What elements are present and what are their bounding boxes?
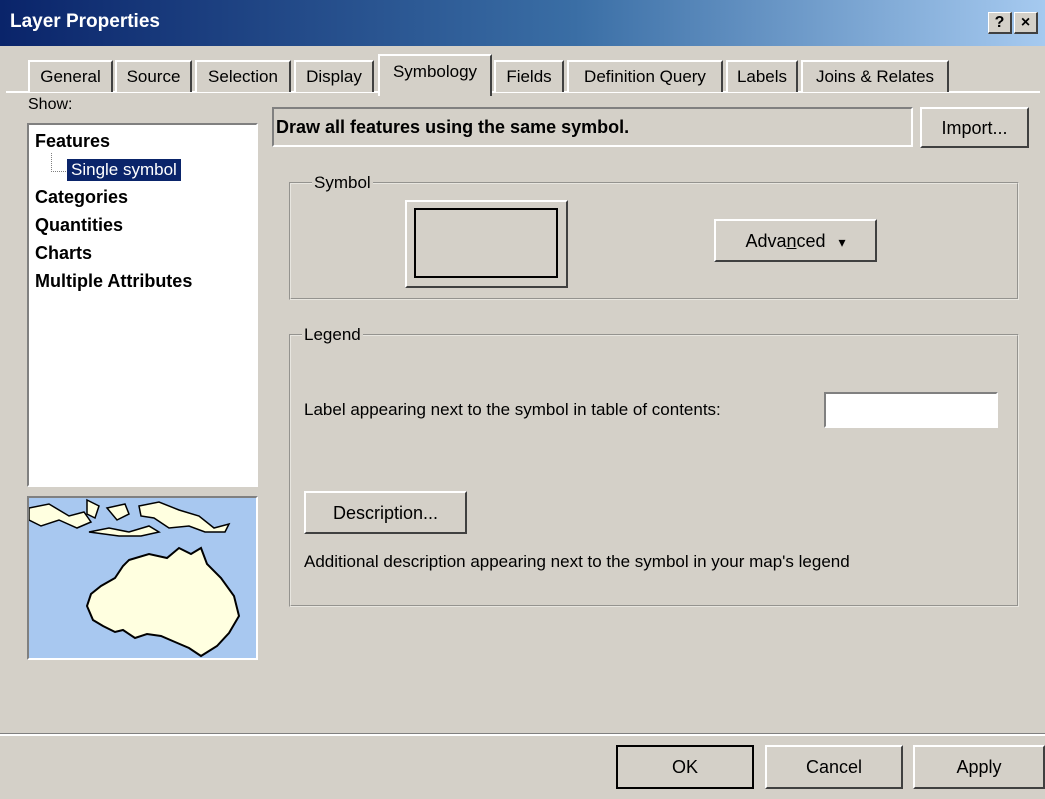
- tree-item-categories[interactable]: Categories: [35, 187, 128, 208]
- tab-display[interactable]: Display: [294, 60, 374, 92]
- close-button[interactable]: ×: [1014, 12, 1038, 34]
- window-title: Layer Properties: [10, 11, 160, 32]
- tab-selection[interactable]: Selection: [195, 60, 291, 92]
- dropdown-arrow-icon: ▾: [838, 234, 846, 250]
- cancel-button[interactable]: Cancel: [765, 745, 903, 789]
- tree-item-charts[interactable]: Charts: [35, 243, 92, 264]
- tree-item-multiple-attributes[interactable]: Multiple Attributes: [35, 271, 192, 292]
- renderer-tree[interactable]: Features Single symbol Categories Quanti…: [27, 123, 258, 487]
- tab-symbology[interactable]: Symbology: [378, 54, 492, 96]
- apply-button[interactable]: Apply: [913, 745, 1045, 789]
- description-note: Additional description appearing next to…: [304, 552, 850, 571]
- advanced-label-pre: Adva: [745, 231, 787, 251]
- advanced-label-accel: n: [786, 231, 797, 251]
- tab-source[interactable]: Source: [115, 60, 192, 92]
- tree-connector: [51, 153, 66, 172]
- help-button[interactable]: ?: [988, 12, 1012, 34]
- import-button[interactable]: Import...: [920, 107, 1029, 148]
- tree-item-quantities[interactable]: Quantities: [35, 215, 123, 236]
- tree-item-features[interactable]: Features: [35, 131, 110, 152]
- tab-general[interactable]: General: [28, 60, 113, 92]
- tab-definition-query[interactable]: Definition Query: [567, 60, 723, 92]
- advanced-label-post: ced: [796, 231, 826, 251]
- ok-button[interactable]: OK: [616, 745, 754, 789]
- symbol-group-label: Symbol: [312, 173, 373, 193]
- symbol-group: [289, 182, 1019, 300]
- tab-labels[interactable]: Labels: [726, 60, 798, 92]
- renderer-description: Draw all features using the same symbol.: [276, 117, 630, 137]
- legend-label-prompt: Label appearing next to the symbol in ta…: [304, 400, 721, 419]
- preview-map-image: [27, 496, 258, 660]
- legend-label-input[interactable]: [824, 392, 998, 428]
- tree-item-single-symbol[interactable]: Single symbol: [67, 159, 181, 181]
- show-label: Show:: [28, 96, 73, 113]
- australia-map-graphic: [29, 498, 241, 658]
- legend-group-label: Legend: [302, 325, 363, 345]
- symbol-swatch: [414, 208, 558, 278]
- advanced-button[interactable]: Advanced ▾: [714, 219, 877, 262]
- description-button[interactable]: Description...: [304, 491, 467, 534]
- tab-fields[interactable]: Fields: [494, 60, 564, 92]
- footer-divider: [0, 733, 1045, 736]
- tab-joins-relates[interactable]: Joins & Relates: [801, 60, 949, 92]
